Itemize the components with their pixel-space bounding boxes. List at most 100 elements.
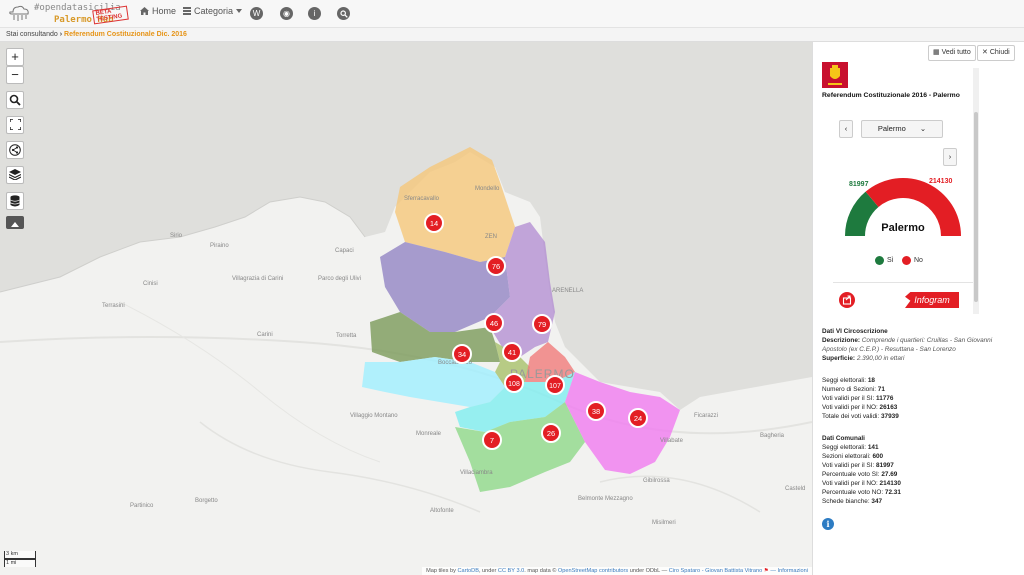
town-label: Villabate xyxy=(660,438,684,444)
town-label: Villaggio Montano xyxy=(350,413,398,419)
share-icon xyxy=(9,144,21,156)
circoscrizione-info: Dati VI Circoscrizione Descrizione: Comp… xyxy=(822,328,993,362)
home-icon xyxy=(140,7,149,15)
svg-text:41: 41 xyxy=(508,348,516,357)
next-button[interactable]: › xyxy=(943,148,957,166)
osm-link[interactable]: OpenStreetMap contributors xyxy=(558,568,628,574)
map-attribution: Map tiles by CartoDB, under CC BY 3.0. m… xyxy=(422,567,812,575)
town-label: Belmonte Mezzagno xyxy=(578,496,633,502)
cluster-marker[interactable]: 24 xyxy=(628,408,648,428)
town-label: Partinico xyxy=(130,503,154,509)
svg-text:79: 79 xyxy=(538,320,546,329)
cluster-marker[interactable]: 41 xyxy=(502,342,522,362)
cluster-marker[interactable]: 7 xyxy=(482,430,502,450)
panel-scroll-thumb[interactable] xyxy=(974,112,978,302)
top-navbar: #opendatasicilia Palermo Hub BETA TESTIN… xyxy=(0,0,1024,28)
nav-home-label: Home xyxy=(152,6,177,16)
legend-no-swatch xyxy=(902,256,911,265)
caret-down-icon xyxy=(236,9,243,13)
brand-logo[interactable]: #opendatasicilia Palermo Hub BETA TESTIN… xyxy=(8,2,129,26)
town-label: Misilmeri xyxy=(652,520,676,526)
town-label: Piraino xyxy=(210,243,229,249)
info-nav-icon[interactable]: i xyxy=(308,7,321,20)
cluster-marker[interactable]: 76 xyxy=(486,256,506,276)
breadcrumb-prefix: Stai consultando xyxy=(6,31,58,38)
circoscrizione-stats: Seggi elettorali: 18 Numero di Sezioni: … xyxy=(822,377,899,420)
layers-icon xyxy=(8,169,22,181)
search-icon xyxy=(9,94,21,106)
comunali-stats: Dati Comunali Seggi elettorali: 141 Sezi… xyxy=(822,435,901,505)
svg-text:38: 38 xyxy=(592,407,600,416)
cluster-marker[interactable]: 46 xyxy=(484,313,504,333)
legend-si: Sì xyxy=(875,256,894,265)
wordpress-icon[interactable]: W xyxy=(250,7,263,20)
town-label: ZEN xyxy=(485,234,497,240)
chevron-down-icon: ⌄ xyxy=(919,124,927,133)
cluster-marker[interactable]: 107 xyxy=(545,375,565,395)
town-label: Carini xyxy=(257,332,273,338)
town-label: Sirio xyxy=(170,233,183,239)
town-label: Ficarazzi xyxy=(694,413,718,419)
nav-home[interactable]: Home xyxy=(140,6,176,16)
gauge-si-value: 81997 xyxy=(849,181,869,188)
town-label: Borgetto xyxy=(195,498,218,504)
svg-text:7: 7 xyxy=(490,436,494,445)
svg-text:26: 26 xyxy=(547,429,555,438)
zoom-in-button[interactable]: + xyxy=(6,48,24,66)
dashboard-icon[interactable]: ◉ xyxy=(280,7,293,20)
share-map-button[interactable] xyxy=(6,141,24,159)
search-icon xyxy=(339,9,348,18)
svg-text:14: 14 xyxy=(430,219,438,228)
svg-text:76: 76 xyxy=(492,262,500,271)
fullscreen-icon xyxy=(8,118,22,131)
svg-text:24: 24 xyxy=(634,414,642,423)
zoom-out-button[interactable]: − xyxy=(6,66,24,84)
town-label: Gibilrossa xyxy=(643,478,670,484)
circ-surface: 2.390,00 in ettari xyxy=(856,355,905,362)
map-svg: Sferracavallo Mondello Capaci Sirio Pira… xyxy=(0,42,812,526)
cluster-marker[interactable]: 14 xyxy=(424,213,444,233)
map-search-button[interactable] xyxy=(6,91,24,109)
town-label: Torretta xyxy=(336,333,357,339)
town-label: Monreale xyxy=(416,431,442,437)
cluster-marker[interactable]: 26 xyxy=(541,423,561,443)
info-icon[interactable]: i xyxy=(822,518,834,530)
district-select[interactable]: Palermo ⌄ xyxy=(861,120,943,138)
info-panel: ▦ Vedi tutto ✕ Chiudi Referendum Costitu… xyxy=(812,42,1024,575)
nav-categoria[interactable]: Categoria xyxy=(183,6,243,16)
cluster-marker[interactable]: 38 xyxy=(586,401,606,421)
town-label: Bagheria xyxy=(760,433,785,439)
cluster-marker[interactable]: 108 xyxy=(504,373,524,393)
nav-categoria-label: Categoria xyxy=(194,6,234,16)
prev-button[interactable]: ‹ xyxy=(839,120,853,138)
search-nav-icon[interactable] xyxy=(337,7,350,20)
cluster-marker[interactable]: 34 xyxy=(452,344,472,364)
chiudi-button[interactable]: ✕ Chiudi xyxy=(977,45,1015,61)
legend-no: No xyxy=(902,256,923,265)
ccby-link[interactable]: CC BY 3.0 xyxy=(498,568,524,574)
share-out-icon xyxy=(842,295,852,305)
gauge-svg: Palermo 81997 214130 xyxy=(845,178,961,236)
infogram-button[interactable]: Infogram xyxy=(905,292,959,308)
expand-icon: ▦ xyxy=(933,49,940,56)
collapse-toggle-button[interactable] xyxy=(6,216,24,229)
informazioni-link[interactable]: — Informazioni xyxy=(770,568,808,574)
cartodb-link[interactable]: CartoDB xyxy=(457,568,478,574)
caret-up-icon xyxy=(11,222,19,227)
breadcrumb-current[interactable]: Referendum Costituzionale Dic. 2016 xyxy=(64,31,187,38)
cloud-icon xyxy=(9,5,29,21)
town-label: Parco degli Ulivi xyxy=(318,276,361,282)
chevron-right-icon: › xyxy=(59,31,63,38)
legend-si-swatch xyxy=(875,256,884,265)
vedi-tutto-button[interactable]: ▦ Vedi tutto xyxy=(928,45,976,61)
share-button[interactable] xyxy=(839,292,855,308)
database-button[interactable] xyxy=(6,192,24,210)
fullscreen-button[interactable] xyxy=(6,116,24,134)
authors-link[interactable]: Ciro Spataro - Giovan Battista Vitrano xyxy=(669,568,762,574)
scale-bar: 3 km 1 mi xyxy=(4,551,36,567)
cluster-marker[interactable]: 79 xyxy=(532,314,552,334)
gauge-no-value: 214130 xyxy=(929,178,952,185)
scale-km: 3 km xyxy=(4,551,36,559)
layers-button[interactable] xyxy=(6,166,24,184)
map-canvas[interactable]: Sferracavallo Mondello Capaci Sirio Pira… xyxy=(0,42,812,575)
